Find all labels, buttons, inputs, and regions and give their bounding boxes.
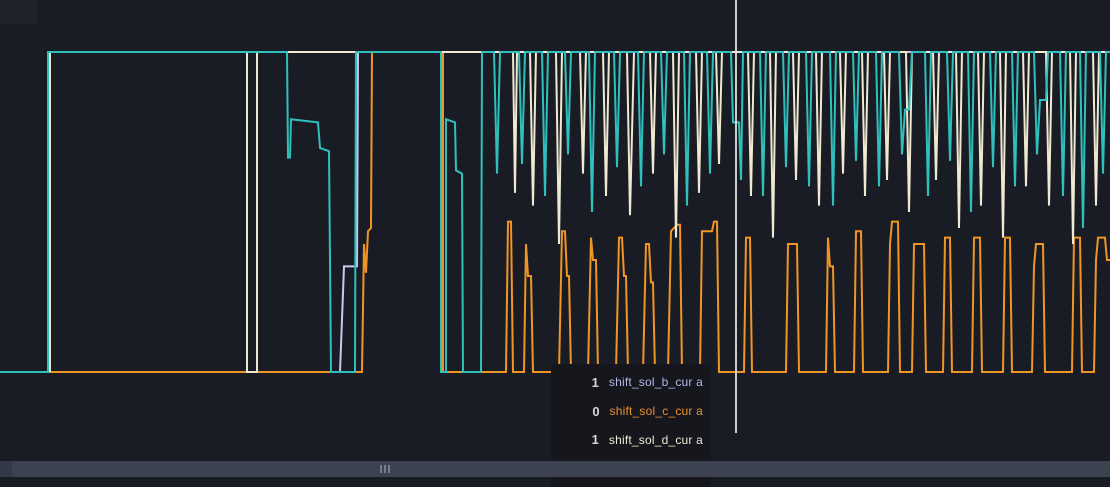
tooltip-series-label: shift_sol_c_cur a (610, 404, 703, 418)
time-tracker-cursor[interactable] (735, 0, 737, 433)
chart-lines (0, 52, 1110, 372)
horizontal-scrollbar[interactable] (0, 461, 1110, 477)
tooltip-row: 1 shift_sol_d_cur a (559, 432, 703, 447)
scrollbar-grip-icon[interactable] (377, 465, 393, 473)
scrollbar-endcap (0, 461, 12, 477)
plot-window: 1 shift_sol_b_cur a 0 shift_sol_c_cur a 1 shi… (0, 0, 1110, 487)
tooltip-value: 1 (559, 432, 599, 447)
tooltip-series-label: shift_sol_b_cur a (609, 375, 703, 389)
tooltip-value: 1 (559, 375, 599, 390)
tooltip-row: 1 shift_sol_b_cur a (559, 375, 703, 390)
tooltip-row: 0 shift_sol_c_cur a (559, 404, 703, 419)
tooltip-value: 0 (559, 404, 600, 419)
tooltip-series-label: shift_sol_d_cur a (609, 433, 703, 447)
series-shift_sol_c_cur (0, 52, 1110, 372)
